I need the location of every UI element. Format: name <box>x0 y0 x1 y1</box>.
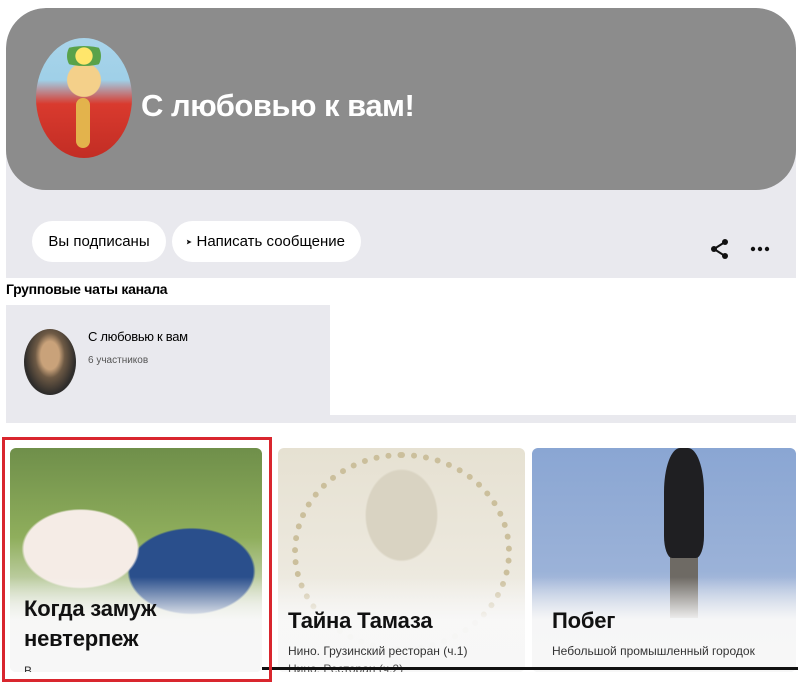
share-icon[interactable] <box>708 237 732 261</box>
group-chats-title: Групповые чаты канала <box>6 281 168 297</box>
subscribed-label: Вы подписаны <box>48 233 150 250</box>
more-icon[interactable] <box>748 237 772 261</box>
group-chat-item[interactable]: С любовью к вам 6 участников <box>6 305 330 417</box>
subscribed-button[interactable]: Вы подписаны <box>32 221 166 262</box>
story-description: Нино. Грузинский ресторан (ч.1) <box>288 644 468 658</box>
story-title: Тайна Тамаза <box>288 608 433 633</box>
send-message-button[interactable]: Написать сообщение <box>172 221 361 262</box>
avatar-flowers <box>58 46 110 66</box>
group-chats-list: С любовью к вам 6 участников <box>6 305 796 423</box>
avatar-braid <box>76 98 90 148</box>
story-bird <box>664 448 704 558</box>
channel-header: С любовью к вам! Вы подписаны Написать с… <box>6 8 796 278</box>
send-icon <box>186 239 192 244</box>
group-chat-avatar <box>24 329 76 395</box>
channel-avatar[interactable] <box>36 38 132 158</box>
send-message-label: Написать сообщение <box>196 233 345 250</box>
story-description: Небольшой промышленный городок <box>552 644 755 658</box>
highlight-frame <box>2 437 272 682</box>
divider <box>262 667 798 670</box>
story-card-2[interactable]: Тайна Тамаза Нино. Грузинский ресторан (… <box>278 448 525 672</box>
story-title: Побег <box>552 608 616 633</box>
channel-title: С любовью к вам! <box>141 88 415 123</box>
group-chat-name: С любовью к вам <box>88 329 188 344</box>
story-card-3[interactable]: Побег Небольшой промышленный городок <box>532 448 796 672</box>
group-chat-members: 6 участников <box>88 355 149 366</box>
